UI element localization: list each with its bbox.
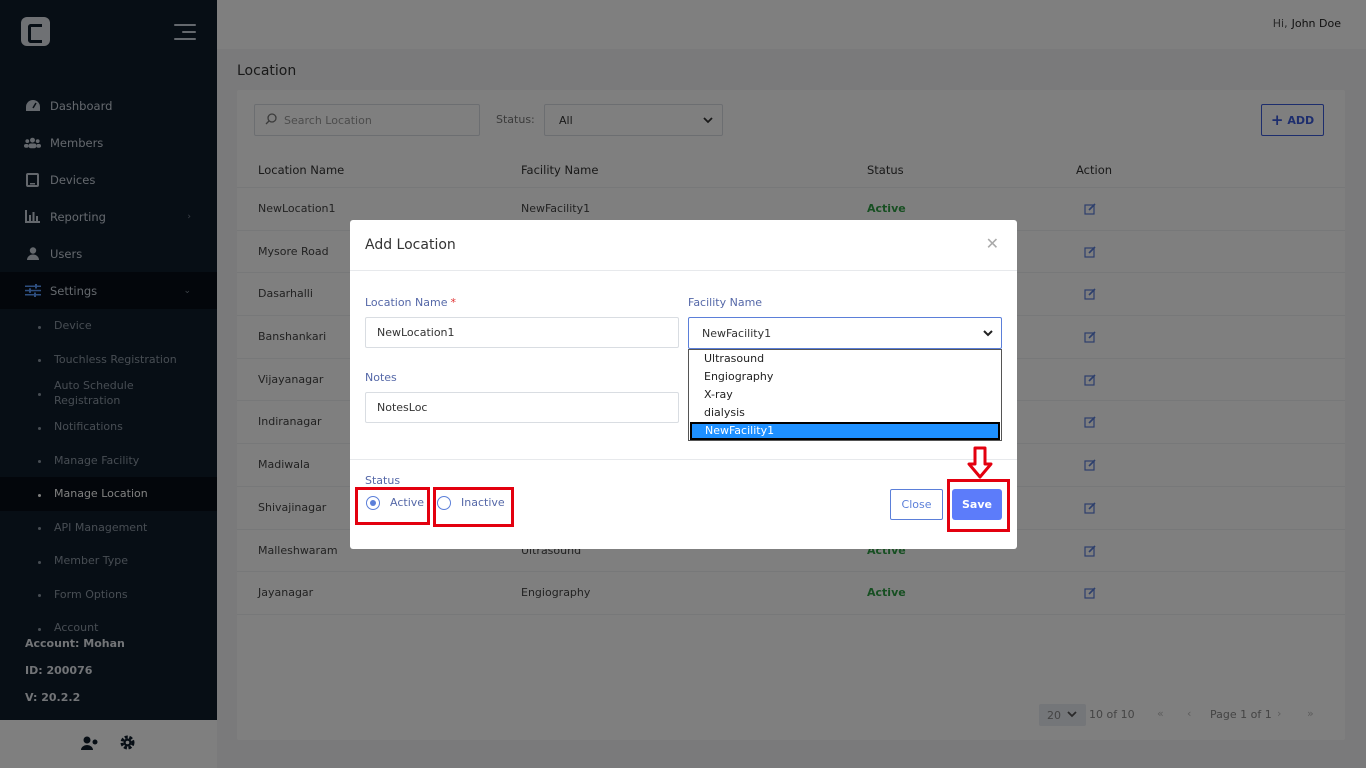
close-icon[interactable]: ✕ [986,236,999,252]
location-name-label: Location Name * [365,296,456,309]
status-label: Status [365,474,401,487]
notes-label: Notes [365,371,397,384]
facility-option[interactable]: Engiography [689,368,1001,386]
annotation-box-inactive [433,487,514,527]
facility-name-select[interactable]: NewFacility1 [688,317,1002,349]
facility-option[interactable]: Ultrasound [689,350,1001,368]
notes-input[interactable]: NotesLoc [365,392,679,423]
facility-option[interactable]: X-ray [689,386,1001,404]
facility-option[interactable]: NewFacility1 [690,422,1000,440]
modal-title: Add Location [365,237,456,253]
annotation-box-save [947,479,1010,532]
annotation-down-arrow-icon [967,446,993,483]
modal-header: Add Location ✕ [350,220,1017,271]
location-name-input[interactable]: NewLocation1 [365,317,679,348]
annotation-box-active [355,487,430,525]
facility-name-label: Facility Name [688,296,763,309]
facility-dropdown-list: Ultrasound Engiography X-ray dialysis NewFac… [688,349,1002,441]
chevron-down-icon [981,326,995,343]
facility-option[interactable]: dialysis [689,404,1001,422]
location-name-label-text: Location Name [365,296,448,309]
facility-name-value: NewFacility1 [702,326,772,340]
close-button[interactable]: Close [890,489,943,520]
required-mark: * [450,296,456,309]
